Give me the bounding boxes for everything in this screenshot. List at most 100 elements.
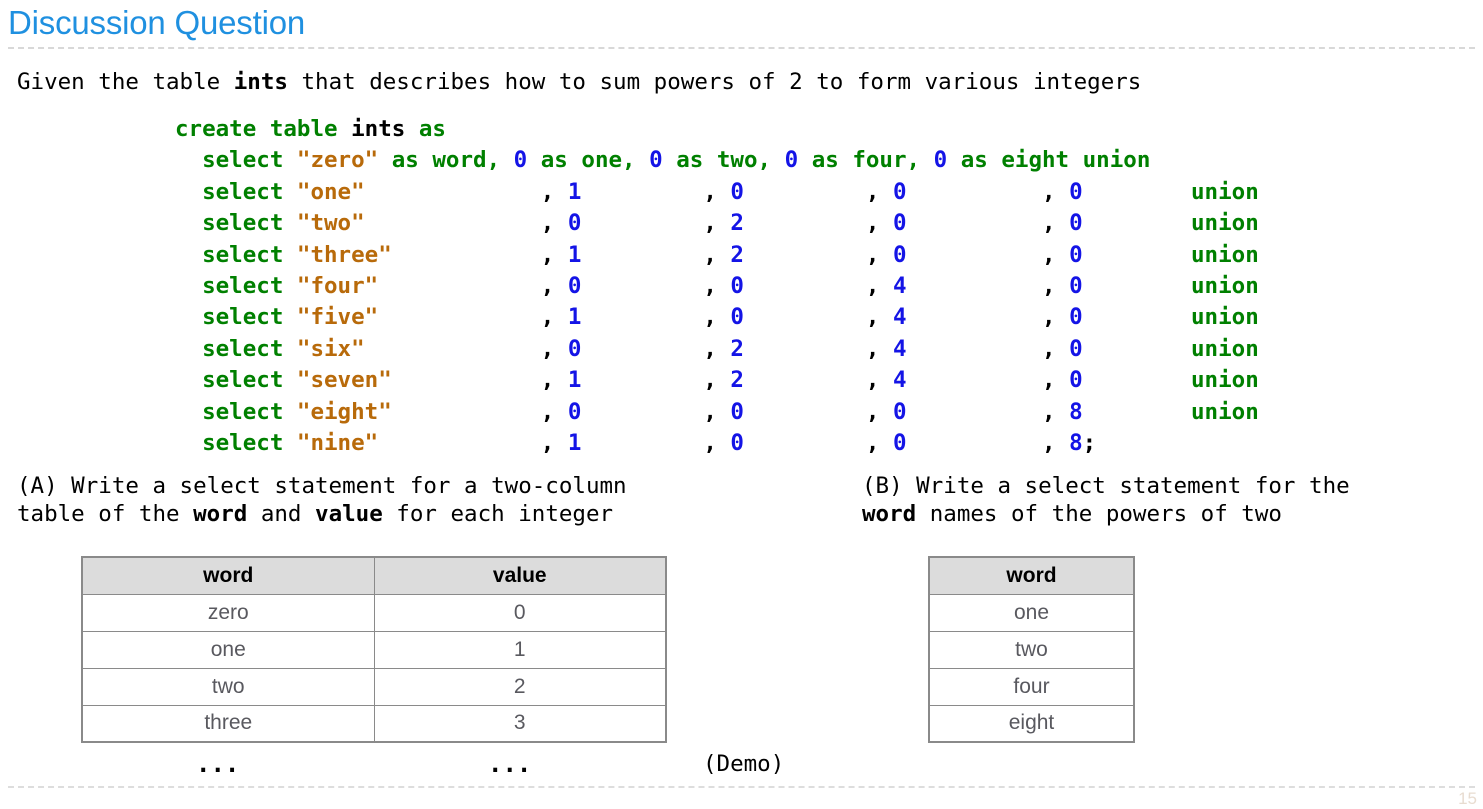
code-row8-two: 0 bbox=[730, 398, 866, 425]
code-row6-comma: , bbox=[1042, 335, 1056, 362]
code-line: select "seven" , 1 , 2 , 4 , 0 union bbox=[175, 367, 1259, 393]
code-row0-as-four: as four, bbox=[798, 147, 934, 174]
table-row: zero 0 bbox=[81, 593, 667, 632]
code-row2-comma: , bbox=[865, 210, 880, 237]
table-header-row: word value bbox=[81, 556, 667, 595]
code-row1-comma: , bbox=[1042, 178, 1056, 205]
table-cell: two bbox=[928, 630, 1135, 669]
table-cell: one bbox=[928, 593, 1135, 632]
demo-label: (Demo) bbox=[703, 751, 785, 777]
code-row2-comma: , bbox=[1042, 210, 1056, 237]
code-table-name: ints bbox=[351, 116, 406, 142]
code-row1-comma: , bbox=[540, 178, 555, 205]
footer-divider bbox=[8, 786, 1475, 788]
code-row7-eight: 0 bbox=[1069, 367, 1083, 394]
code-row3-comma: , bbox=[865, 241, 880, 268]
page-number: 15 bbox=[1458, 789, 1477, 808]
code-row5-two: 0 bbox=[730, 304, 866, 331]
code-row9-two: 0 bbox=[730, 430, 866, 457]
column-header-word: word bbox=[928, 556, 1135, 595]
code-row7-comma: , bbox=[865, 367, 880, 394]
intro-text: Given the table ints that describes how … bbox=[17, 71, 1141, 94]
question-b: (B) Write a select statement for the wor… bbox=[862, 472, 1350, 528]
table-cell: two bbox=[81, 667, 375, 706]
code-row5-comma: , bbox=[703, 304, 717, 331]
code-line: select "five" , 1 , 0 , 4 , 0 union bbox=[175, 304, 1259, 330]
code-row7-word: "seven" bbox=[296, 367, 541, 394]
code-row8-comma: , bbox=[703, 398, 717, 425]
code-row-list: select "one" , 1 , 0 , 0 , 0 union selec… bbox=[175, 179, 1259, 456]
code-row6-comma: , bbox=[865, 335, 880, 362]
table-header-row: word bbox=[928, 556, 1135, 595]
code-row9-semicolon: ; bbox=[1082, 430, 1097, 457]
code-row0-eight: 0 bbox=[933, 147, 948, 174]
code-row0-union: union bbox=[1082, 147, 1151, 174]
code-row7-comma: , bbox=[703, 367, 717, 394]
code-row7-select: select bbox=[202, 367, 284, 394]
code-row9-one: 1 bbox=[567, 430, 704, 457]
table-cell: 1 bbox=[373, 630, 667, 669]
code-row2-four: 0 bbox=[892, 210, 1042, 237]
code-row5-select: select bbox=[202, 304, 284, 331]
question-a: (A) Write a select statement for a two-c… bbox=[17, 472, 627, 528]
code-row2-union: union bbox=[1191, 210, 1259, 237]
code-row4-two: 0 bbox=[730, 273, 866, 300]
code-row3-comma: , bbox=[1042, 241, 1056, 268]
code-row2-two: 2 bbox=[730, 210, 866, 237]
code-row9-comma: , bbox=[1042, 430, 1056, 457]
code-row1-word: "one" bbox=[296, 178, 541, 205]
code-row6-eight: 0 bbox=[1069, 335, 1083, 362]
table-cell: eight bbox=[928, 704, 1135, 743]
code-row3-one: 1 bbox=[567, 241, 704, 268]
table-cell: 2 bbox=[373, 667, 667, 706]
code-row3-eight: 0 bbox=[1069, 241, 1083, 268]
code-row2-select: select bbox=[202, 210, 284, 237]
code-row5-comma: , bbox=[540, 304, 555, 331]
code-row9-comma: , bbox=[540, 430, 555, 457]
code-row1-eight: 0 bbox=[1069, 178, 1083, 205]
code-row3-two: 2 bbox=[730, 241, 866, 268]
code-row3-comma: , bbox=[540, 241, 555, 268]
code-row6-comma: , bbox=[540, 335, 555, 362]
code-row4-eight: 0 bbox=[1069, 273, 1083, 300]
code-row2-comma: , bbox=[540, 210, 555, 237]
question-b-word-term: word bbox=[862, 501, 917, 527]
code-row1-four: 0 bbox=[892, 178, 1042, 205]
code-row8-union: union bbox=[1191, 398, 1259, 425]
code-row5-union: union bbox=[1191, 304, 1259, 331]
question-a-line2-mid: and bbox=[247, 501, 316, 527]
code-row9-word: "nine" bbox=[296, 430, 541, 457]
code-row5-comma: , bbox=[865, 304, 880, 331]
code-row4-comma: , bbox=[540, 273, 555, 300]
code-line: select "four" , 0 , 0 , 4 , 0 union bbox=[175, 273, 1259, 299]
code-row6-word: "six" bbox=[296, 335, 541, 362]
code-row2-one: 0 bbox=[567, 210, 704, 237]
code-row2-eight: 0 bbox=[1069, 210, 1083, 237]
code-row5-comma: , bbox=[1042, 304, 1056, 331]
code-row0-as-one: as one, bbox=[527, 147, 650, 174]
code-row9-select: select bbox=[202, 430, 284, 457]
